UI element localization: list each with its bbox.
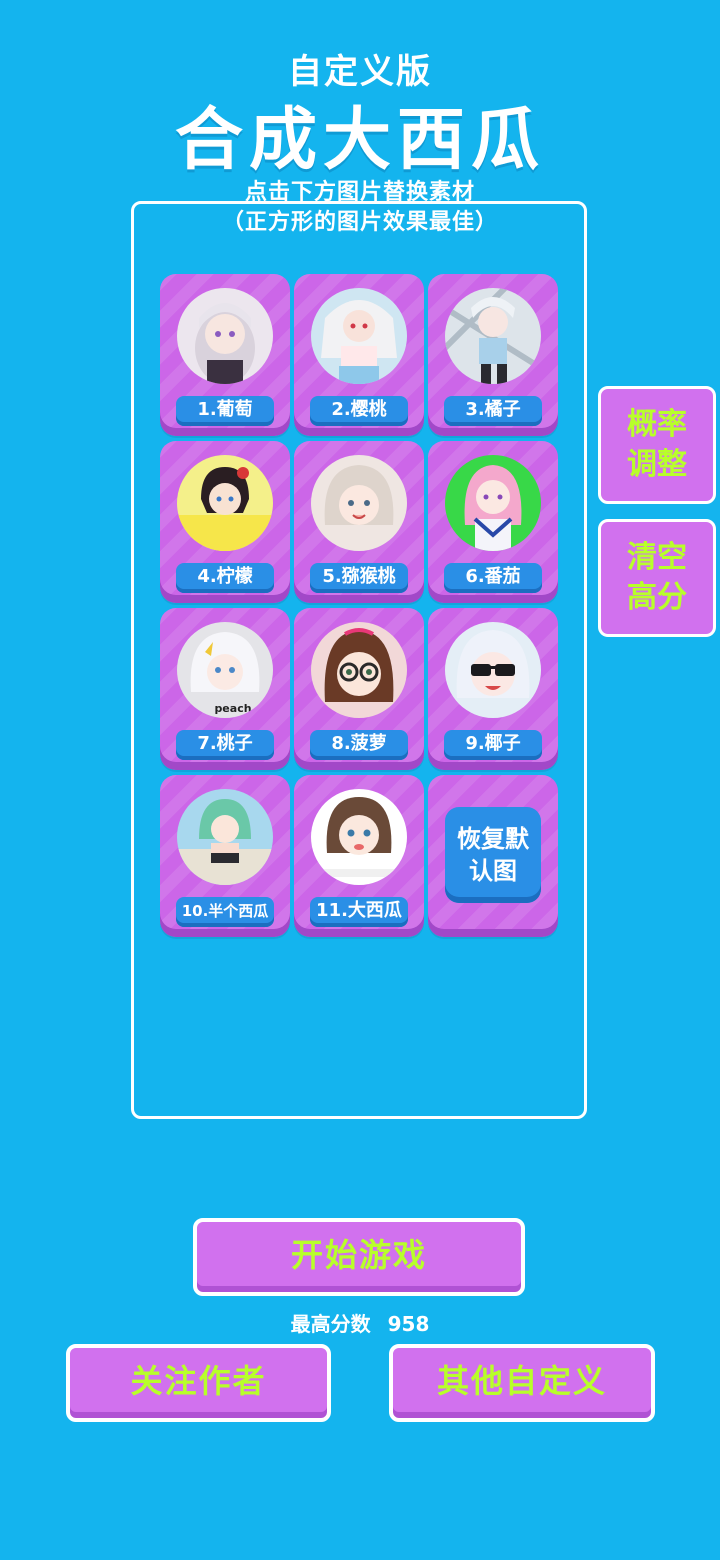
high-score-label: 最高分数 [290,1312,371,1336]
fruit-tile-2[interactable]: 2.樱桃 [294,274,424,436]
fruit-tile-7[interactable]: peach 7.桃子 [160,608,290,770]
fruit-label-5: 5.猕猴桃 [310,563,408,593]
fruit-image-8[interactable] [311,622,407,718]
fruit-tile-9[interactable]: 9.椰子 [428,608,558,770]
game-title: 合成大西瓜 [174,101,545,180]
fruit-image-5[interactable] [311,455,407,551]
fruit-image-7[interactable]: peach [177,622,273,718]
fruit-tile-5[interactable]: 5.猕猴桃 [294,441,424,603]
fruit-image-1[interactable] [177,288,273,384]
fruit-tile-4[interactable]: 4.柠檬 [160,441,290,603]
fruit-label-6: 6.番茄 [444,563,542,593]
probability-adjust-button[interactable]: 概率 调整 [598,386,716,504]
restore-tile: 恢复默 认图 [428,775,558,937]
fruit-tile-8[interactable]: 8.菠萝 [294,608,424,770]
high-score: 最高分数 958 [0,1308,720,1337]
fruit-image-9[interactable] [445,622,541,718]
fruit-label-8: 8.菠萝 [310,730,408,760]
other-custom-button[interactable]: 其他自定义 [389,1344,655,1422]
fruit-label-7: 7.桃子 [176,730,274,760]
fruit-label-4: 4.柠檬 [176,563,274,593]
fruit-label-9: 9.椰子 [444,730,542,760]
fruit-tile-10[interactable]: 10.半个西瓜 [160,775,290,937]
fruit-tile-1[interactable]: 1.葡萄 [160,274,290,436]
fruit-image-6[interactable] [445,455,541,551]
restore-default-button[interactable]: 恢复默 认图 [445,807,541,903]
fruit-label-3: 3.橘子 [444,396,542,426]
fruit-label-11: 11.大西瓜 [310,897,408,927]
fruit-tile-3[interactable]: 3.橘子 [428,274,558,436]
fruit-label-1: 1.葡萄 [176,396,274,426]
fruit-image-text-7: peach [214,702,251,715]
follow-author-button[interactable]: 关注作者 [66,1344,331,1422]
fruit-label-2: 2.樱桃 [310,396,408,426]
fruit-tile-6[interactable]: 6.番茄 [428,441,558,603]
high-score-value: 958 [387,1312,430,1336]
fruit-image-4[interactable] [177,455,273,551]
fruit-image-11[interactable] [311,789,407,885]
fruit-image-3[interactable] [445,288,541,384]
fruit-image-2[interactable] [311,288,407,384]
fruit-label-10: 10.半个西瓜 [176,897,274,927]
clear-highscore-button[interactable]: 清空 高分 [598,519,716,637]
start-game-button[interactable]: 开始游戏 [193,1218,525,1296]
fruit-tile-11[interactable]: 11.大西瓜 [294,775,424,937]
fruit-image-10[interactable] [177,789,273,885]
